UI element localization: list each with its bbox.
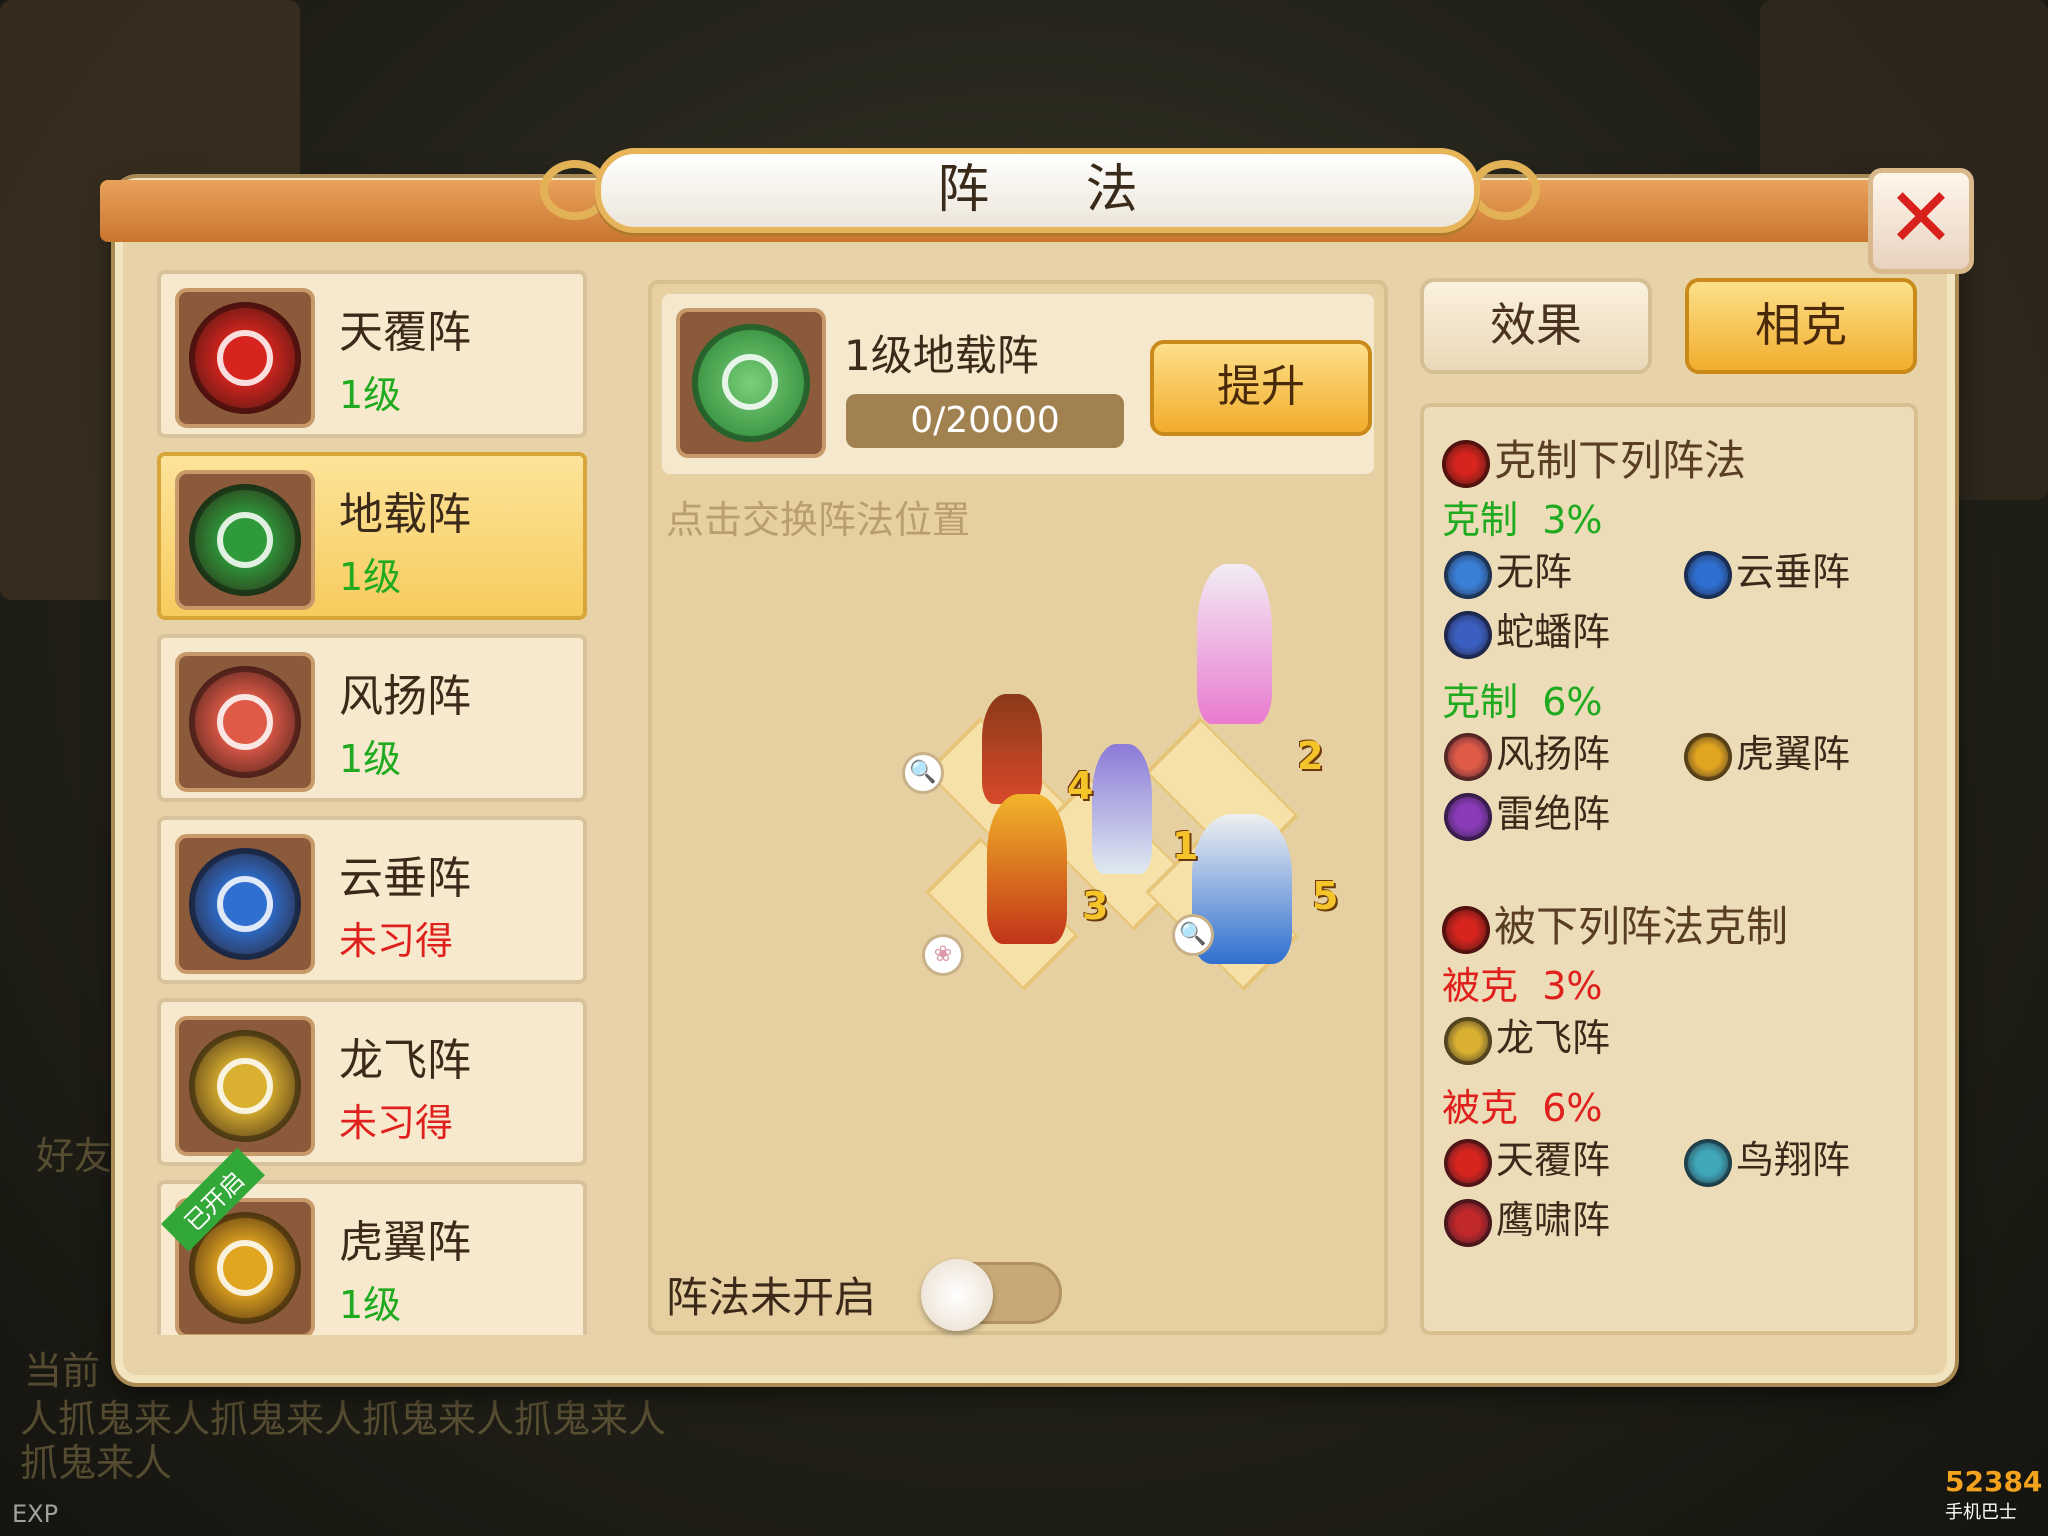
formation-entry[interactable]: 风扬阵 xyxy=(1444,723,1610,781)
formation-item[interactable]: 云垂阵 未习得 xyxy=(157,816,587,984)
icon-frame xyxy=(175,834,315,974)
exp-progress-bar: 0/20000 xyxy=(846,394,1124,448)
petal-icon[interactable]: ❀ xyxy=(922,934,964,976)
formation-item[interactable]: 龙飞阵 未习得 xyxy=(157,998,587,1166)
longfei-icon xyxy=(189,1030,301,1142)
formation-list[interactable]: 天覆阵 1级 地载阵 1级 风扬阵 1级 云垂阵 未习得 龙飞阵 未习得 虎翼阵 1级 已开启 xyxy=(145,270,600,1335)
formation-level: 未习得 xyxy=(339,1101,454,1145)
watermark-logo: 52384 手机巴士 xyxy=(1945,1465,2043,1523)
bg-exp-label: EXP xyxy=(12,1500,59,1528)
position-number: 2 xyxy=(1297,734,1324,778)
icon-frame xyxy=(175,470,315,610)
upgrade-button[interactable]: 提升 xyxy=(1150,340,1372,436)
character-sprite[interactable] xyxy=(1197,564,1272,724)
window-title: 阵 法 xyxy=(937,160,1178,220)
formation-level: 1级 xyxy=(339,373,402,417)
shepan-icon xyxy=(1444,610,1492,659)
position-number: 1 xyxy=(1172,824,1199,868)
counter-row-label: 克制 6% xyxy=(1442,680,1603,724)
toggle-label: 阵法未开启 xyxy=(666,1273,877,1322)
tianfu-icon xyxy=(1442,439,1490,488)
bg-current-label: 当前 xyxy=(24,1349,101,1393)
bg-friends-label[interactable]: 好友 xyxy=(36,1125,112,1180)
icon-frame xyxy=(175,1016,315,1156)
yingxiao-icon xyxy=(1444,1198,1492,1247)
formation-entry[interactable]: 雷绝阵 xyxy=(1444,783,1610,841)
formation-entry[interactable]: 龙飞阵 xyxy=(1444,1007,1610,1065)
tianfu-icon xyxy=(189,302,301,414)
dizai-icon xyxy=(676,308,826,458)
position-number: 4 xyxy=(1067,764,1094,808)
character-sprite[interactable] xyxy=(982,694,1042,804)
beats-section-title: 克制下列阵法 xyxy=(1442,427,1746,488)
close-button[interactable]: ✕ xyxy=(1868,168,1974,274)
formation-entry[interactable]: 鸟翔阵 xyxy=(1684,1129,1850,1187)
formation-toggle[interactable] xyxy=(921,1259,1062,1331)
title-plate: 阵 法 xyxy=(595,148,1480,233)
dizai-icon xyxy=(189,484,301,596)
tab-counter[interactable]: 相克 xyxy=(1685,278,1917,374)
formation-entry[interactable]: 虎翼阵 xyxy=(1684,723,1850,781)
longfei-icon xyxy=(1444,1016,1492,1065)
formation-entry[interactable]: 鹰啸阵 xyxy=(1444,1189,1610,1247)
position-number: 3 xyxy=(1082,884,1109,928)
niaoxiang-icon xyxy=(1684,1138,1732,1187)
formation-level: 1级 xyxy=(339,1283,402,1327)
wu-icon xyxy=(1444,550,1492,599)
formation-name: 龙飞阵 xyxy=(339,1035,471,1086)
countered-row-label: 被克 6% xyxy=(1442,1086,1603,1130)
leijue-icon xyxy=(1444,792,1492,841)
formation-level: 未习得 xyxy=(339,919,454,963)
title-ornament-right xyxy=(1470,160,1540,220)
character-sprite[interactable] xyxy=(1092,744,1152,874)
yunchui-icon xyxy=(189,848,301,960)
formation-detail: 1级地载阵 0/20000 提升 点击交换阵法位置 4 2 1 3 5 🔍 🔍 … xyxy=(648,280,1388,1335)
formation-entry[interactable]: 蛇蟠阵 xyxy=(1444,601,1610,659)
formation-entry[interactable]: 无阵 xyxy=(1444,541,1572,599)
counter-panel: 克制下列阵法克制 3% 无阵 云垂阵蛇蟠阵克制 6% 风扬阵 虎翼阵雷绝阵被下列阵法克制… xyxy=(1420,403,1918,1335)
tab-effect[interactable]: 效果 xyxy=(1420,278,1652,374)
formation-item[interactable]: 风扬阵 1级 xyxy=(157,634,587,802)
zoom-icon[interactable]: 🔍 xyxy=(1172,914,1214,956)
close-icon: ✕ xyxy=(1886,171,1956,266)
formation-name: 天覆阵 xyxy=(339,307,471,358)
counter-row-label: 克制 3% xyxy=(1442,498,1603,542)
tianfu-icon xyxy=(1444,1138,1492,1187)
formation-level: 1级 xyxy=(339,737,402,781)
formation-item[interactable]: 地载阵 1级 xyxy=(157,452,587,620)
fengyang-icon xyxy=(1444,732,1492,781)
position-number: 5 xyxy=(1312,874,1339,918)
formation-item[interactable]: 天覆阵 1级 xyxy=(157,270,587,438)
toggle-knob[interactable] xyxy=(921,1259,993,1331)
formation-level: 1级 xyxy=(339,555,402,599)
swap-hint: 点击交换阵法位置 xyxy=(666,498,971,542)
formation-name: 云垂阵 xyxy=(339,853,471,904)
formation-name: 虎翼阵 xyxy=(339,1217,471,1268)
formation-board[interactable]: 4 2 1 3 5 🔍 🔍 ❀ xyxy=(892,564,1362,1104)
tianfu-icon xyxy=(1442,905,1490,954)
formation-name: 风扬阵 xyxy=(339,671,471,722)
formation-item[interactable]: 虎翼阵 1级 已开启 xyxy=(157,1147,587,1335)
zoom-icon[interactable]: 🔍 xyxy=(902,752,944,794)
icon-frame xyxy=(175,652,315,792)
countered-row-label: 被克 3% xyxy=(1442,964,1603,1008)
formation-entry[interactable]: 天覆阵 xyxy=(1444,1129,1610,1187)
yunchui-icon xyxy=(1684,550,1732,599)
detail-header: 1级地载阵 0/20000 提升 xyxy=(662,294,1374,474)
beaten-section-title: 被下列阵法克制 xyxy=(1442,893,1788,954)
detail-title: 1级地载阵 xyxy=(844,331,1039,380)
formation-name: 地载阵 xyxy=(339,489,471,540)
icon-frame xyxy=(175,288,315,428)
formation-entry[interactable]: 云垂阵 xyxy=(1684,541,1850,599)
fengyang-icon xyxy=(189,666,301,778)
character-sprite[interactable] xyxy=(987,794,1067,944)
huyi-icon xyxy=(1684,732,1732,781)
bg-chat-line-2: 抓鬼来人 xyxy=(20,1441,173,1485)
